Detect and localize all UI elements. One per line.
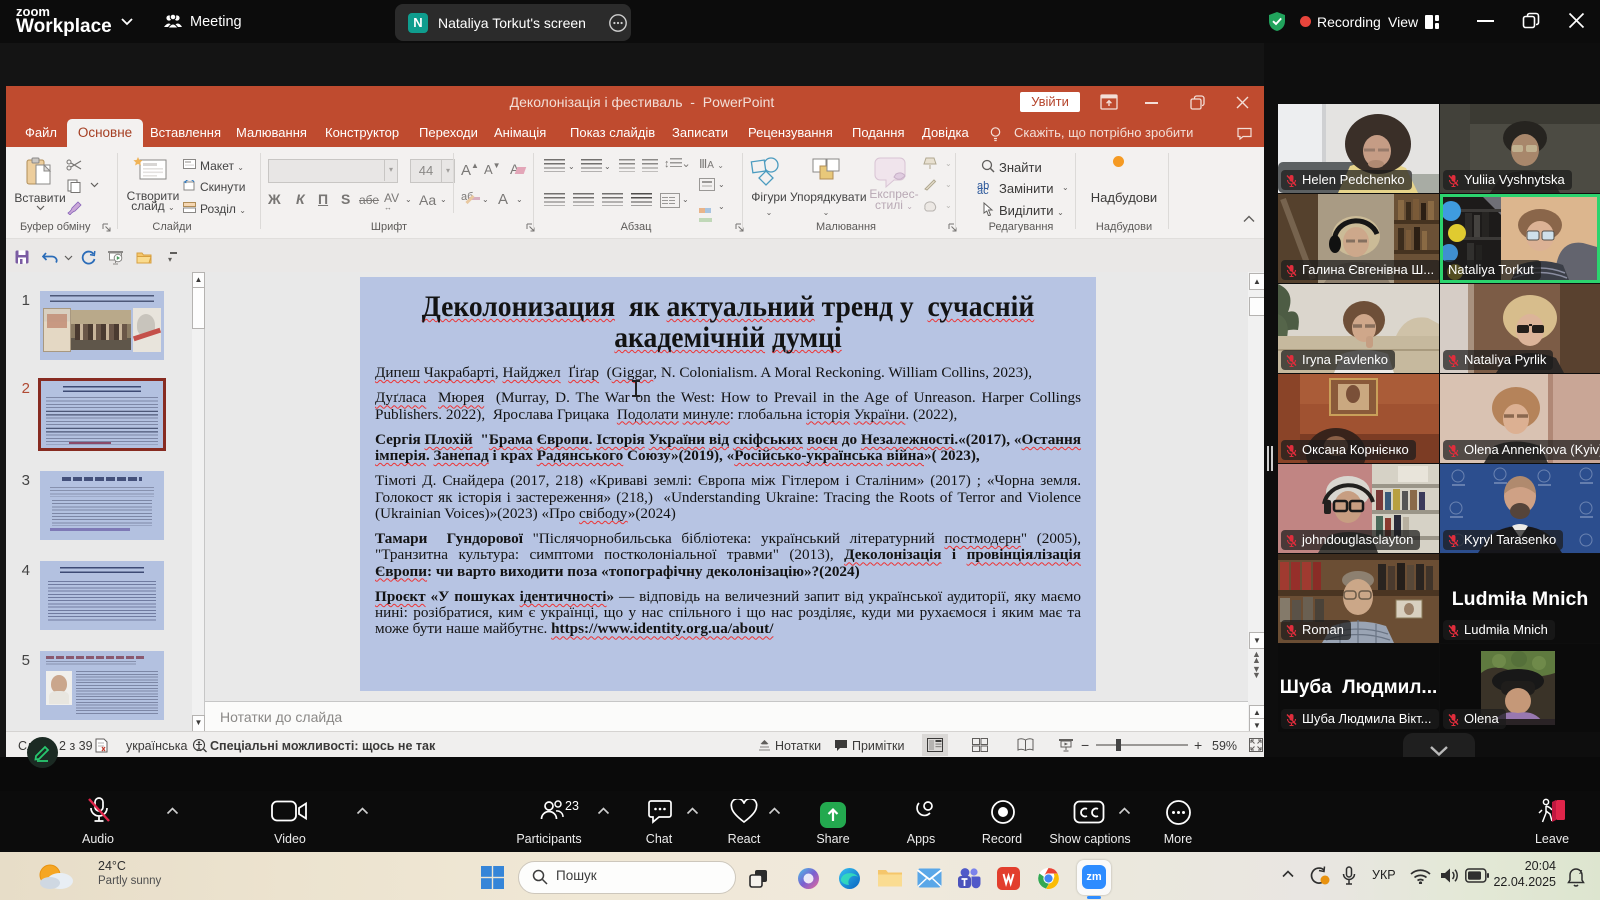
- svg-text:z: z: [1579, 869, 1583, 876]
